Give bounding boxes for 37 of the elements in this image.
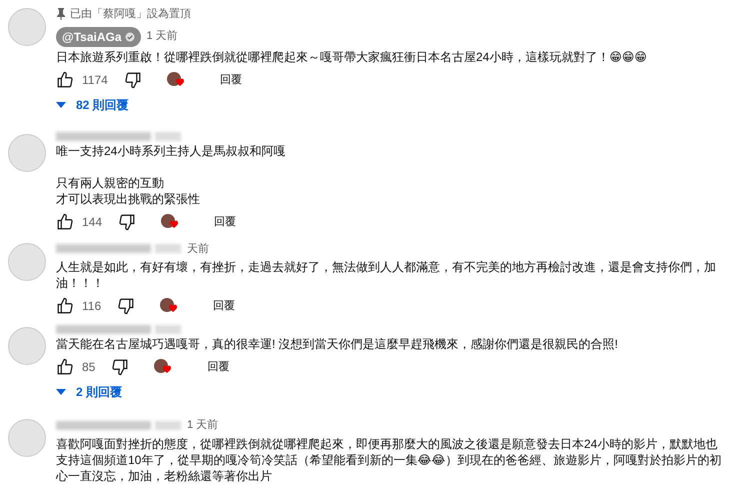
pin-icon — [56, 8, 66, 20]
thumbs-up-icon[interactable] — [56, 70, 74, 89]
comment-text: 只有兩人親密的互動 — [56, 175, 165, 191]
like-count: 116 — [82, 298, 102, 316]
comment-text: 日本旅遊系列重啟！從哪裡跌倒就從哪裡爬起來～嘎哥帶大家瘋狂衝日本名古屋24小時，這樣玩就對了！😁😁😁 — [56, 48, 648, 64]
comment-time: 1 天前 — [146, 29, 178, 44]
thumbs-down-icon[interactable] — [117, 297, 136, 316]
caret-icon — [56, 389, 66, 395]
caret-icon — [56, 102, 66, 108]
blurred-name — [155, 244, 181, 254]
like-count: 85 — [82, 358, 96, 376]
comment-text: 當天能在名古屋城巧遇嘎哥，真的很幸運! 沒想到當天你們是這麼早趕飛機來，感謝你們還是很親民的合照! — [56, 336, 620, 352]
comment-time: 天前 — [187, 242, 209, 256]
comment-text: 喜歡阿嘎面對挫折的態度，從哪裡跌倒就從哪裡爬起來，即便再那麼大的風波之後還是願意發去日本24小時的影片，默默地也支持這個頻道10年了，從早期的嘎冷筍冷笑話（希望能看到新的一集😂😂）到現在的爸爸經、旅遊影片，阿嘎對於拍影片的初心一直沒忘，加油，老粉絲還等著你出片 — [56, 436, 722, 484]
replies-toggle[interactable]: 82 則回覆 — [56, 94, 129, 116]
comment-text: 人生就是如此，有好有壞，有挫折，走過去就好了，無法做到人人都滿意，有不完美的地方再檢討改進，還是會支持你們，加油！！！ — [56, 259, 717, 291]
comment-text: 才可以表現出挑戰的緊張性 — [56, 191, 201, 207]
thumbs-down-icon[interactable] — [111, 358, 130, 376]
reply-button[interactable]: 回覆 — [197, 356, 240, 377]
thumbs-up-icon[interactable] — [56, 297, 74, 316]
reply-button[interactable]: 回覆 — [210, 70, 252, 90]
comment-time: 1 天前 — [187, 418, 218, 433]
thumbs-up-icon[interactable] — [56, 358, 74, 376]
blurred-name — [155, 132, 181, 141]
reply-button[interactable]: 回覆 — [204, 212, 246, 232]
reply-button[interactable]: 回覆 — [203, 296, 246, 316]
thumbs-up-icon[interactable] — [56, 213, 74, 232]
author-badge[interactable]: @TsaiAGa — [56, 26, 140, 46]
like-count: 144 — [82, 214, 102, 232]
blurred-name — [155, 420, 181, 430]
thumbs-down-icon[interactable] — [124, 70, 142, 89]
blurred-name — [155, 324, 181, 334]
pinned-label: 已由「蔡阿嘎」設為置頂 — [70, 7, 191, 22]
replies-toggle[interactable]: 2 則回覆 — [56, 381, 122, 403]
comment-text: 唯一支持24小時系列主持人是馬叔叔和阿嘎 — [56, 143, 286, 159]
thumbs-down-icon[interactable] — [118, 213, 136, 232]
like-count: 1174 — [82, 72, 108, 89]
